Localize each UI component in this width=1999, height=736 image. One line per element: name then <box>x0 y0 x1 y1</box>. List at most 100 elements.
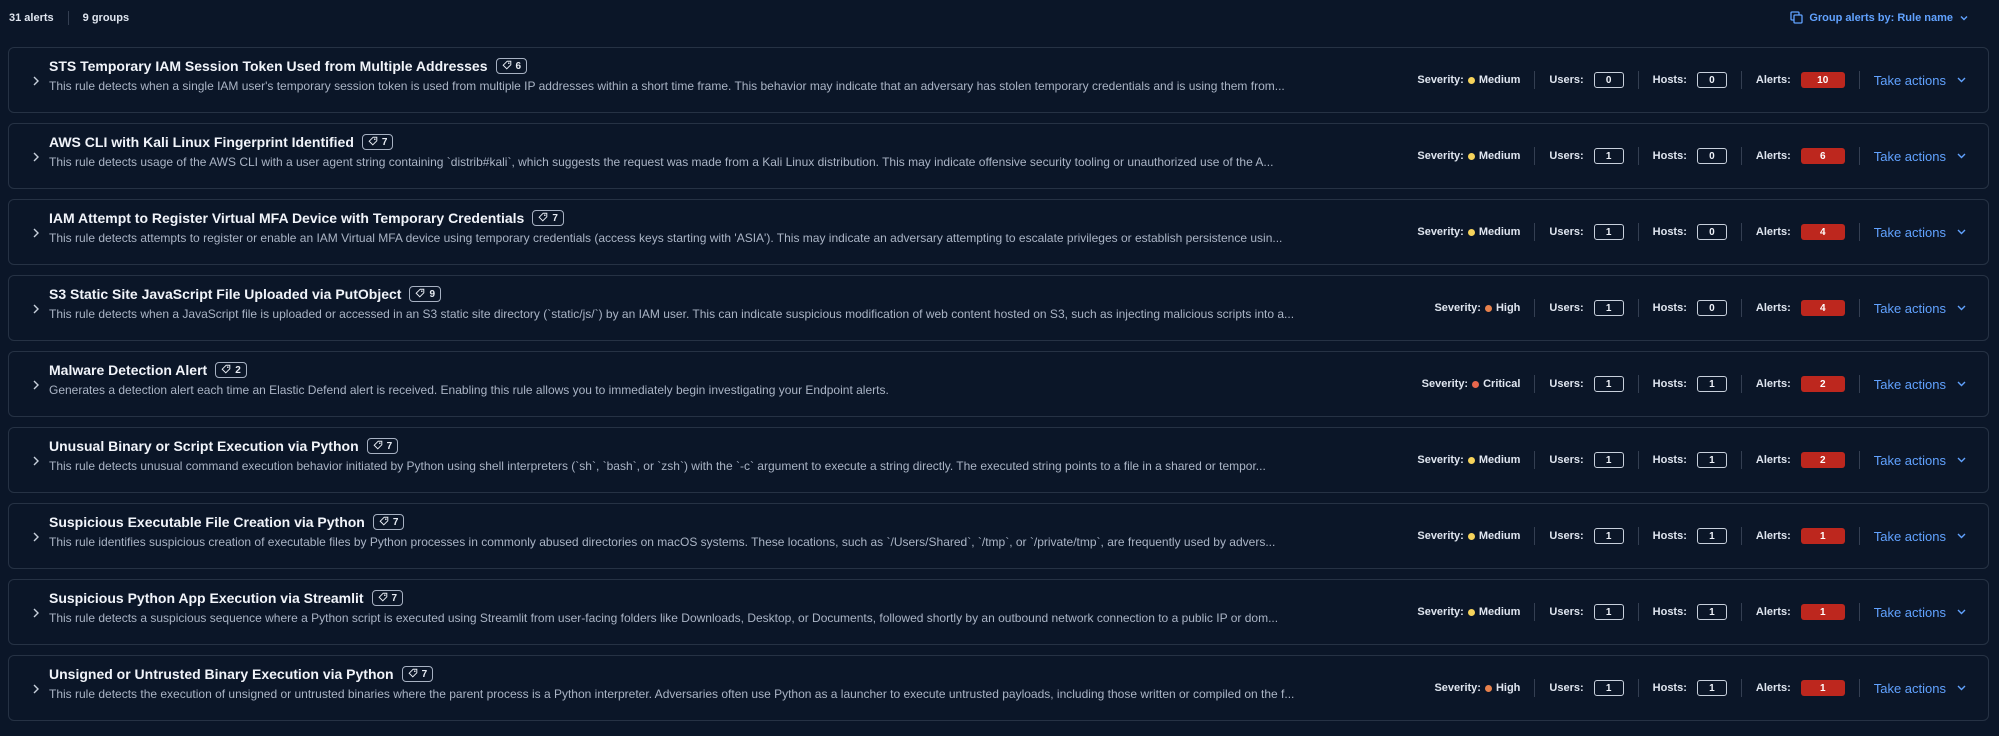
alert-group-row[interactable]: IAM Attempt to Register Virtual MFA Devi… <box>8 199 1989 265</box>
group-by-label: Group alerts by: Rule name <box>1809 11 1953 24</box>
tags-badge[interactable]: 7 <box>532 210 564 226</box>
severity-label: Severity: <box>1417 226 1464 238</box>
chevron-down-icon <box>1959 13 1969 23</box>
rule-name: Unsigned or Untrusted Binary Execution v… <box>49 666 394 682</box>
take-actions-button[interactable]: Take actions <box>1874 377 1967 392</box>
divider <box>1534 603 1536 621</box>
take-actions-label: Take actions <box>1873 300 1946 316</box>
hosts-count: 0 <box>1696 148 1727 164</box>
alert-group-row[interactable]: Malware Detection Alert 2 Generates a de… <box>8 351 1989 417</box>
hosts-label: Hosts: <box>1652 74 1687 86</box>
users-label: Users: <box>1549 226 1584 238</box>
severity-dot-icon <box>1467 608 1475 616</box>
take-actions-button[interactable]: Take actions <box>1874 225 1967 240</box>
group-stats: Severity: Medium Users: 1 Hosts: 1 Alert… <box>1417 428 1967 492</box>
chevron-down-icon <box>1956 453 1967 468</box>
take-actions-label: Take actions <box>1873 148 1946 164</box>
severity-dot-icon <box>1484 684 1492 692</box>
divider <box>1637 451 1639 469</box>
chevron-right-icon[interactable] <box>29 150 43 164</box>
chevron-right-icon[interactable] <box>29 226 43 240</box>
divider <box>1858 147 1860 165</box>
chevron-right-icon[interactable] <box>29 530 43 544</box>
take-actions-button[interactable]: Take actions <box>1874 453 1967 468</box>
take-actions-label: Take actions <box>1873 528 1946 544</box>
severity-value: Medium <box>1478 150 1521 162</box>
users-label: Users: <box>1549 378 1584 390</box>
chevron-down-icon <box>1956 529 1967 544</box>
group-by-selector[interactable]: Group alerts by: Rule name <box>1790 11 1969 24</box>
users-stat: Users: 1 <box>1549 452 1624 468</box>
alert-group-row[interactable]: Suspicious Executable File Creation via … <box>8 503 1989 569</box>
hosts-label: Hosts: <box>1652 454 1687 466</box>
alert-group-row[interactable]: Unusual Binary or Script Execution via P… <box>8 427 1989 493</box>
alert-group-row[interactable]: AWS CLI with Kali Linux Fingerprint Iden… <box>8 123 1989 189</box>
tags-badge[interactable]: 2 <box>215 362 247 378</box>
alerts-stat: Alerts: 4 <box>1756 224 1845 240</box>
chevron-right-icon[interactable] <box>29 606 43 620</box>
group-stats: Severity: Medium Users: 1 Hosts: 1 Alert… <box>1417 504 1967 568</box>
take-actions-button[interactable]: Take actions <box>1874 149 1967 164</box>
alert-group-row[interactable]: Unsigned or Untrusted Binary Execution v… <box>8 655 1989 721</box>
hosts-stat: Hosts: 1 <box>1653 680 1727 696</box>
alerts-stat: Alerts: 1 <box>1756 680 1845 696</box>
tags-badge[interactable]: 6 <box>495 58 528 74</box>
hosts-label: Hosts: <box>1652 530 1687 542</box>
tags-count: 7 <box>391 592 398 604</box>
alerts-label: Alerts: <box>1755 530 1791 542</box>
chevron-down-icon <box>1956 681 1967 696</box>
alert-group-row[interactable]: STS Temporary IAM Session Token Used fro… <box>8 47 1989 113</box>
severity-stat: Severity: Medium <box>1417 454 1520 466</box>
alerts-stat: Alerts: 2 <box>1756 452 1845 468</box>
users-stat: Users: 1 <box>1549 300 1624 316</box>
tags-badge[interactable]: 9 <box>409 286 442 302</box>
divider <box>1534 527 1536 545</box>
alerts-label: Alerts: <box>1755 378 1791 390</box>
severity-value: Medium <box>1478 530 1521 542</box>
alerts-stat: Alerts: 10 <box>1756 72 1845 88</box>
tags-badge[interactable]: 7 <box>371 590 404 606</box>
alerts-stat: Alerts: 1 <box>1756 604 1845 620</box>
hosts-count: 0 <box>1696 224 1727 240</box>
hosts-label: Hosts: <box>1652 150 1687 162</box>
divider <box>1740 223 1742 241</box>
chevron-right-icon[interactable] <box>29 682 43 696</box>
alerts-label: Alerts: <box>1755 302 1791 314</box>
alerts-count-badge: 1 <box>1800 604 1845 620</box>
tags-badge[interactable]: 7 <box>361 134 394 150</box>
alerts-count-badge: 10 <box>1800 72 1845 88</box>
take-actions-button[interactable]: Take actions <box>1874 605 1967 620</box>
chevron-right-icon[interactable] <box>29 378 43 392</box>
divider <box>1637 375 1639 393</box>
users-label: Users: <box>1549 682 1584 694</box>
alert-group-row[interactable]: S3 Static Site JavaScript File Uploaded … <box>8 275 1989 341</box>
rule-description: This rule detects when a JavaScript file… <box>49 307 1295 321</box>
divider <box>1534 451 1536 469</box>
divider <box>67 11 69 25</box>
take-actions-button[interactable]: Take actions <box>1874 73 1967 88</box>
divider <box>1858 375 1860 393</box>
take-actions-label: Take actions <box>1873 604 1946 620</box>
group-by-icon <box>1790 11 1803 24</box>
rule-description: This rule detects when a single IAM user… <box>49 79 1285 93</box>
tags-badge[interactable]: 7 <box>366 438 399 454</box>
tags-count: 7 <box>421 668 428 680</box>
divider <box>1858 527 1860 545</box>
severity-value: High <box>1495 302 1521 314</box>
chevron-right-icon[interactable] <box>29 454 43 468</box>
group-stats: Severity: Critical Users: 1 Hosts: 1 Ale… <box>1422 352 1967 416</box>
tags-badge[interactable]: 7 <box>401 666 434 682</box>
group-stats: Severity: Medium Users: 1 Hosts: 0 Alert… <box>1417 200 1967 264</box>
take-actions-button[interactable]: Take actions <box>1874 681 1967 696</box>
tags-badge[interactable]: 7 <box>372 514 405 530</box>
alert-group-row[interactable]: Suspicious Python App Execution via Stre… <box>8 579 1989 645</box>
take-actions-button[interactable]: Take actions <box>1874 529 1967 544</box>
chevron-right-icon[interactable] <box>29 74 43 88</box>
take-actions-label: Take actions <box>1873 680 1946 696</box>
alerts-stat: Alerts: 1 <box>1756 528 1845 544</box>
users-count: 1 <box>1593 528 1624 544</box>
tag-icon <box>373 440 383 453</box>
alerts-stat: Alerts: 6 <box>1756 148 1845 164</box>
take-actions-button[interactable]: Take actions <box>1874 301 1967 316</box>
chevron-right-icon[interactable] <box>29 302 43 316</box>
